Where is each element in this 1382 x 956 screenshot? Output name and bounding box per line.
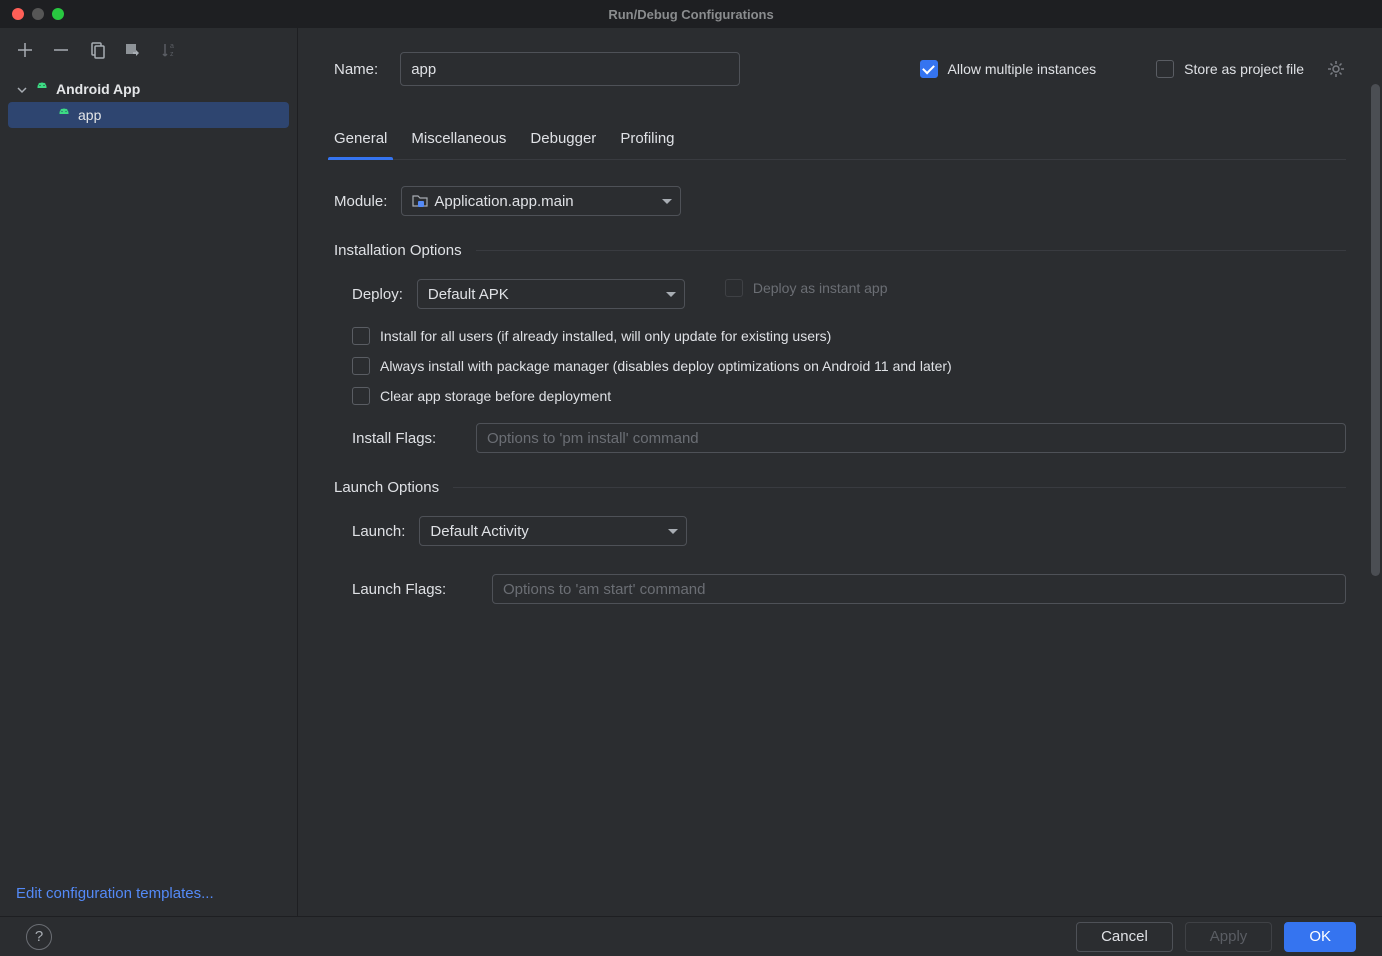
- sort-icon[interactable]: az: [158, 39, 180, 61]
- sidebar-toolbar: az: [0, 28, 297, 72]
- content-panel: Name: Allow multiple instances Store as …: [298, 28, 1382, 916]
- cancel-button[interactable]: Cancel: [1076, 922, 1173, 952]
- copy-icon[interactable]: [86, 39, 108, 61]
- launch-section-header: Launch Options: [334, 479, 1346, 496]
- android-icon: [56, 107, 72, 123]
- title-bar: Run/Debug Configurations: [0, 0, 1382, 28]
- checkbox-icon: [1156, 60, 1174, 78]
- chevron-down-icon: [662, 199, 672, 204]
- checkbox-icon: [920, 60, 938, 78]
- always-pm-checkbox[interactable]: Always install with package manager (dis…: [352, 357, 1346, 375]
- sidebar: az Android App app Edit configuration te…: [0, 28, 298, 916]
- store-as-project-checkbox[interactable]: Store as project file: [1156, 60, 1304, 78]
- gear-icon[interactable]: [1326, 59, 1346, 79]
- android-icon: [34, 81, 50, 97]
- footer: ? Cancel Apply OK: [0, 916, 1382, 956]
- deploy-select[interactable]: Default APK: [417, 279, 685, 309]
- module-value: Application.app.main: [434, 193, 573, 210]
- install-flags-input[interactable]: [476, 423, 1346, 453]
- help-icon[interactable]: ?: [26, 924, 52, 950]
- launch-value: Default Activity: [430, 523, 528, 540]
- name-label: Name:: [334, 61, 378, 78]
- install-section-header: Installation Options: [334, 242, 1346, 259]
- checkbox-icon: [352, 327, 370, 345]
- apply-button[interactable]: Apply: [1185, 922, 1273, 952]
- traffic-lights: [0, 8, 64, 20]
- close-window-button[interactable]: [12, 8, 24, 20]
- add-icon[interactable]: [14, 39, 36, 61]
- chevron-down-icon: [668, 529, 678, 534]
- launch-select[interactable]: Default Activity: [419, 516, 687, 546]
- checkbox-icon: [725, 279, 743, 297]
- clear-storage-checkbox[interactable]: Clear app storage before deployment: [352, 387, 1346, 405]
- tab-debugger[interactable]: Debugger: [530, 130, 596, 159]
- window-title: Run/Debug Configurations: [608, 7, 773, 22]
- deploy-value: Default APK: [428, 286, 509, 303]
- module-select[interactable]: Application.app.main: [401, 186, 681, 216]
- allow-multiple-checkbox[interactable]: Allow multiple instances: [920, 60, 1097, 78]
- tree-node-app[interactable]: app: [8, 102, 289, 128]
- tree-node-android-app[interactable]: Android App: [8, 76, 289, 102]
- launch-label: Launch:: [352, 523, 405, 540]
- name-input[interactable]: [400, 52, 740, 86]
- module-label: Module:: [334, 193, 387, 210]
- config-tree: Android App app: [0, 72, 297, 873]
- tab-miscellaneous[interactable]: Miscellaneous: [411, 130, 506, 159]
- chevron-down-icon: [16, 83, 28, 95]
- launch-flags-label: Launch Flags:: [352, 581, 478, 598]
- deploy-instant-checkbox: Deploy as instant app: [725, 279, 888, 297]
- ok-button[interactable]: OK: [1284, 922, 1356, 952]
- chevron-down-icon: [666, 292, 676, 297]
- allow-multiple-label: Allow multiple instances: [948, 61, 1097, 77]
- always-pm-label: Always install with package manager (dis…: [380, 358, 952, 374]
- checkbox-icon: [352, 357, 370, 375]
- deploy-label: Deploy:: [352, 286, 403, 303]
- launch-flags-input[interactable]: [492, 574, 1346, 604]
- svg-text:a: a: [170, 43, 174, 50]
- edit-templates-link[interactable]: Edit configuration templates...: [0, 873, 297, 916]
- store-as-project-label: Store as project file: [1184, 61, 1304, 77]
- folder-icon: [412, 193, 428, 209]
- tab-profiling[interactable]: Profiling: [620, 130, 674, 159]
- install-all-users-checkbox[interactable]: Install for all users (if already instal…: [352, 327, 1346, 345]
- scrollbar[interactable]: [1370, 84, 1382, 576]
- save-template-icon[interactable]: [122, 39, 144, 61]
- svg-text:z: z: [170, 51, 174, 58]
- install-flags-label: Install Flags:: [352, 430, 462, 447]
- install-all-users-label: Install for all users (if already instal…: [380, 328, 831, 344]
- tree-child-label: app: [78, 107, 101, 123]
- tabs: General Miscellaneous Debugger Profiling: [334, 130, 1346, 160]
- maximize-window-button[interactable]: [52, 8, 64, 20]
- deploy-instant-label: Deploy as instant app: [753, 280, 888, 296]
- clear-storage-label: Clear app storage before deployment: [380, 388, 611, 404]
- minimize-window-button[interactable]: [32, 8, 44, 20]
- tree-parent-label: Android App: [56, 81, 140, 97]
- checkbox-icon: [352, 387, 370, 405]
- remove-icon[interactable]: [50, 39, 72, 61]
- tab-general[interactable]: General: [334, 130, 387, 159]
